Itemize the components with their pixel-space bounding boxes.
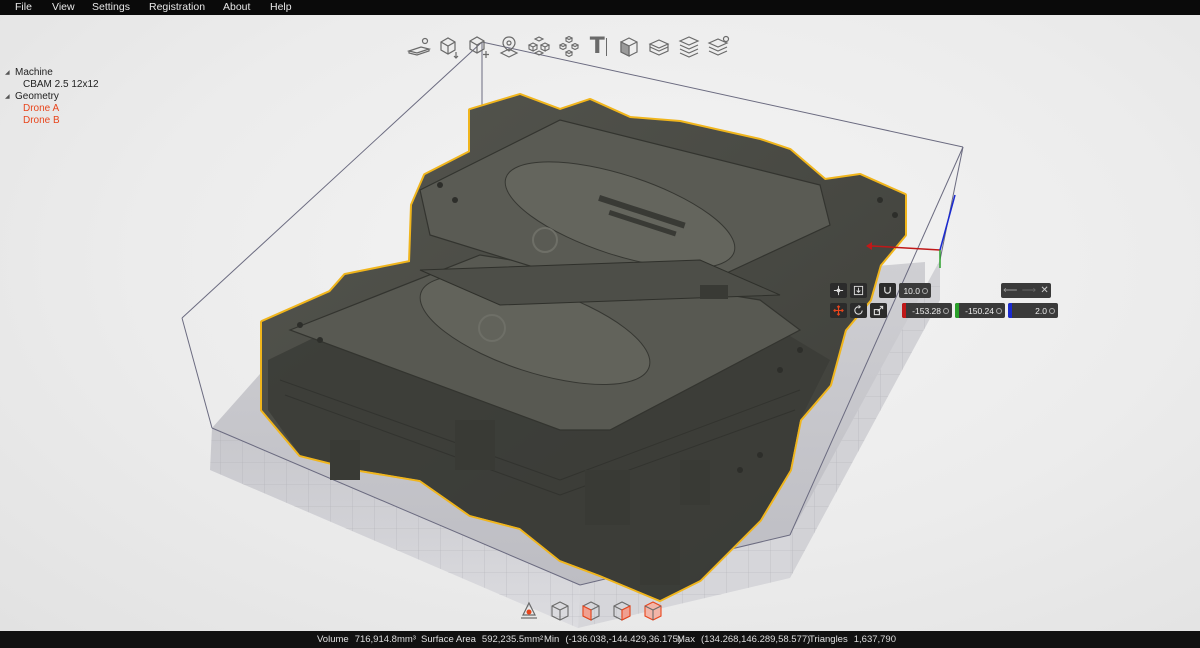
snap-value-field[interactable]: 10.0 <box>899 283 931 298</box>
rotate-mode-button[interactable] <box>850 303 867 318</box>
slice-settings-icon <box>707 35 729 56</box>
scale-mode-button[interactable] <box>870 303 887 318</box>
text-icon: T <box>589 34 605 59</box>
history-buttons: ⟵ ⟶ ✕ <box>1001 283 1051 298</box>
magnet-icon <box>884 286 891 294</box>
menu-view[interactable]: View <box>52 0 75 15</box>
undo-arrow-icon[interactable]: ⟵ <box>1003 285 1017 296</box>
pack-icon <box>558 35 579 58</box>
snap-toggle-button[interactable] <box>879 283 896 298</box>
redo-arrow-icon[interactable]: ⟶ <box>1022 285 1036 296</box>
arrange-button[interactable] <box>524 33 553 61</box>
cube-solid-icon <box>619 37 638 57</box>
tree-node-geometry[interactable]: ◢ Geometry <box>5 91 99 103</box>
stat-min-value: (-136.038,-144.429,36.175) <box>565 634 681 645</box>
stat-min: Min (-136.038,-144.429,36.175) <box>544 634 681 645</box>
arrange-icon <box>527 36 550 56</box>
pin-part-button[interactable] <box>494 33 523 61</box>
translate-mode-button[interactable] <box>830 303 847 318</box>
tree-item-drone-b[interactable]: Drone B <box>5 115 99 127</box>
build-plate-settings-button[interactable] <box>404 33 433 61</box>
text-cursor-icon <box>605 38 608 56</box>
view-iso-icon <box>551 601 569 621</box>
position-z-field[interactable]: 2.0 <box>1008 303 1058 318</box>
stat-triangles-label: Triangles <box>809 634 848 645</box>
menu-bar: File View Settings Registration About He… <box>0 0 1200 15</box>
view-iso-button[interactable] <box>548 599 572 623</box>
gizmo-row-bottom: -153.28 -150.24 2.0 <box>830 303 1058 318</box>
tree-node-machine[interactable]: ◢ Machine <box>5 67 99 79</box>
drop-to-plate-icon <box>853 285 864 296</box>
stat-max-value: (134.268,146.289,58.577) <box>700 634 811 645</box>
solid-view-button[interactable] <box>614 33 643 61</box>
move-part-button[interactable] <box>464 33 493 61</box>
scene-tree: ◢ Machine CBAM 2.5 12x12 ◢ Geometry Dron… <box>5 67 99 127</box>
stat-triangles: Triangles 1,637,790 <box>809 634 896 645</box>
rotate-icon <box>854 305 863 315</box>
move-part-icon <box>468 36 489 58</box>
close-icon[interactable]: ✕ <box>1040 285 1048 296</box>
menu-registration[interactable]: Registration <box>149 0 205 15</box>
stat-min-label: Min <box>544 634 560 645</box>
view-front-button[interactable] <box>579 599 603 623</box>
move-cross-icon <box>833 285 844 296</box>
menu-settings[interactable]: Settings <box>92 0 130 15</box>
gizmo-row-top: 10.0 <box>830 283 931 298</box>
view-side-button[interactable] <box>610 599 634 623</box>
stat-max-label: Max <box>677 634 695 645</box>
position-x-value: -153.28 <box>912 305 941 316</box>
position-x-field[interactable]: -153.28 <box>902 303 952 318</box>
translate-arrows-icon <box>833 305 844 316</box>
top-toolbar: T <box>404 32 734 62</box>
tree-label-geometry: Geometry <box>15 91 59 102</box>
tree-item-machine-name[interactable]: CBAM 2.5 12x12 <box>5 79 99 91</box>
status-bar: Volume 716,914.8mm³ Surface Area 592,235.5… <box>0 631 1200 648</box>
view-toolbar <box>517 599 665 623</box>
stat-surface-area: Surface Area 592,235.5mm² <box>421 634 543 645</box>
scene-render <box>181 41 964 628</box>
view-top-icon <box>644 601 662 621</box>
slice-stack-button[interactable] <box>674 33 703 61</box>
text-tool-button[interactable]: T <box>584 33 613 61</box>
view-side-icon <box>613 601 631 621</box>
slice-settings-button[interactable] <box>704 33 733 61</box>
y-axis-swatch <box>955 303 959 318</box>
view-orbit-button[interactable] <box>517 599 541 623</box>
position-z-value: 2.0 <box>1035 305 1047 316</box>
gizmo-history-controls: ⟵ ⟶ ✕ <box>1001 283 1051 298</box>
pivot-button[interactable] <box>830 283 847 298</box>
drop-to-plate-button[interactable] <box>850 283 867 298</box>
stat-max: Max (134.268,146.289,58.577) <box>677 634 810 645</box>
stat-area-label: Surface Area <box>421 634 476 645</box>
pack-button[interactable] <box>554 33 583 61</box>
add-part-icon <box>439 37 458 59</box>
menu-help[interactable]: Help <box>270 0 292 15</box>
stat-volume: Volume 716,914.8mm³ <box>317 634 416 645</box>
stat-volume-label: Volume <box>317 634 349 645</box>
tree-item-drone-a[interactable]: Drone A <box>5 103 99 115</box>
pin-part-icon <box>499 36 518 58</box>
build-plate-settings-icon <box>406 37 431 56</box>
add-part-button[interactable] <box>434 33 463 61</box>
stat-volume-value: 716,914.8mm³ <box>354 634 416 645</box>
scale-icon <box>873 305 884 316</box>
layers-button[interactable] <box>644 33 673 61</box>
view-front-icon <box>582 601 600 621</box>
tree-label-machine: Machine <box>15 67 53 78</box>
menu-file[interactable]: File <box>15 0 32 15</box>
view-top-button[interactable] <box>641 599 665 623</box>
menu-about[interactable]: About <box>223 0 250 15</box>
position-y-field[interactable]: -150.24 <box>955 303 1005 318</box>
expand-caret-icon[interactable]: ◢ <box>5 67 15 79</box>
stat-triangles-value: 1,637,790 <box>853 634 896 645</box>
z-axis-swatch <box>1008 303 1012 318</box>
stat-area-value: 592,235.5mm² <box>481 634 544 645</box>
3d-viewport[interactable]: T ◢ Machine CBAM 2.5 12x12 ◢ Geometry Dr… <box>0 15 1200 631</box>
expand-caret-icon[interactable]: ◢ <box>5 91 15 103</box>
position-y-value: -150.24 <box>965 305 994 316</box>
layers-icon <box>648 39 669 56</box>
slice-stack-icon <box>678 36 699 58</box>
x-axis-swatch <box>902 303 906 318</box>
view-orbit-icon <box>521 601 537 619</box>
